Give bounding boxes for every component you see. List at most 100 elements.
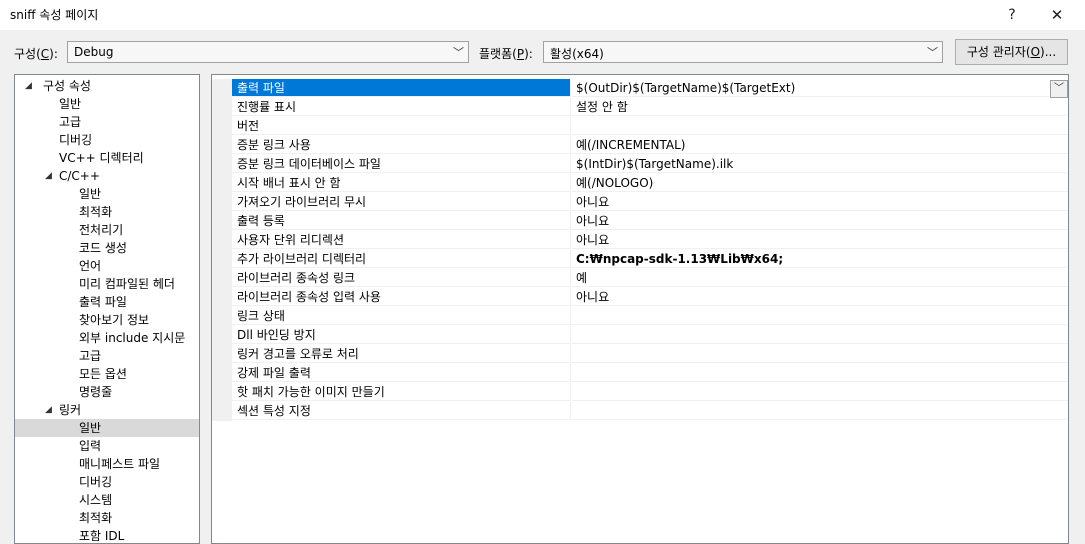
tree-item[interactable]: 일반 — [15, 95, 199, 113]
property-row[interactable]: 핫 패치 가능한 이미지 만들기 — [212, 383, 1068, 402]
property-row[interactable]: 버전 — [212, 117, 1068, 136]
property-name[interactable]: 증분 링크 데이터베이스 파일 — [232, 155, 571, 173]
property-name[interactable]: 버전 — [232, 117, 571, 135]
property-value[interactable]: $(IntDir)$(TargetName).ilk — [572, 155, 1068, 173]
property-row[interactable]: 링커 경고를 오류로 처리 — [212, 345, 1068, 364]
property-name[interactable]: Dll 바인딩 방지 — [232, 326, 571, 344]
tree-item[interactable]: 명령줄 — [15, 383, 199, 401]
tree-item[interactable]: 디버깅 — [15, 473, 199, 491]
property-value[interactable]: 아니요 — [572, 231, 1068, 249]
property-value[interactable] — [572, 307, 1068, 325]
tree-item[interactable]: 모든 옵션 — [15, 365, 199, 383]
property-name[interactable]: 핫 패치 가능한 이미지 만들기 — [232, 383, 571, 401]
property-row[interactable]: 섹션 특성 지정 — [212, 402, 1068, 421]
tree-item[interactable]: 고급 — [15, 113, 199, 131]
platform-select[interactable]: 활성(x64) ﹀ — [543, 41, 943, 63]
config-select[interactable]: Debug ﹀ — [67, 41, 469, 63]
property-name[interactable]: 사용자 단위 리디렉션 — [232, 231, 571, 249]
property-value[interactable] — [572, 326, 1068, 344]
property-name[interactable]: 진행률 표시 — [232, 98, 571, 116]
property-name[interactable]: 섹션 특성 지정 — [232, 402, 571, 420]
tree-item[interactable]: 미리 컴파일된 헤더 — [15, 275, 199, 293]
tree-item[interactable]: 시스템 — [15, 491, 199, 509]
tree-item[interactable]: 출력 파일 — [15, 293, 199, 311]
property-row[interactable]: Dll 바인딩 방지 — [212, 326, 1068, 345]
property-name[interactable]: 증분 링크 사용 — [232, 136, 571, 154]
property-value[interactable]: 아니요 — [572, 212, 1068, 230]
property-grid[interactable]: 출력 파일 $(OutDir)$(TargetName)$(TargetExt) 진… — [211, 74, 1069, 544]
property-row[interactable]: 증분 링크 사용 예(/INCREMENTAL) — [212, 136, 1068, 155]
property-value[interactable]: 아니요 — [572, 193, 1068, 211]
property-name[interactable]: 라이브러리 종속성 링크 — [232, 269, 571, 287]
property-row[interactable]: 가져오기 라이브러리 무시 아니요 — [212, 193, 1068, 212]
row-gutter — [212, 402, 232, 421]
property-value[interactable] — [572, 402, 1068, 420]
property-value[interactable]: $(OutDir)$(TargetName)$(TargetExt) — [572, 79, 1068, 97]
tree-item[interactable]: 최적화 — [15, 509, 199, 527]
property-value[interactable]: 예(/INCREMENTAL) — [572, 136, 1068, 154]
property-row[interactable]: 시작 배너 표시 안 함 예(/NOLOGO) — [212, 174, 1068, 193]
tree-item-label: 미리 컴파일된 헤더 — [79, 277, 175, 291]
property-value[interactable] — [572, 364, 1068, 382]
property-value[interactable]: 예 — [572, 269, 1068, 287]
property-row[interactable]: 출력 파일 $(OutDir)$(TargetName)$(TargetExt) — [212, 79, 1068, 98]
property-row[interactable]: 링크 상태 — [212, 307, 1068, 326]
tree-item-label: 전처리기 — [79, 223, 124, 237]
property-row[interactable]: 라이브러리 종속성 입력 사용 아니요 — [212, 288, 1068, 307]
property-value[interactable]: C:₩npcap-sdk-1.13₩Lib₩x64; — [572, 250, 1068, 268]
property-row[interactable]: 진행률 표시 설정 안 함 — [212, 98, 1068, 117]
property-name[interactable]: 가져오기 라이브러리 무시 — [232, 193, 571, 211]
tree-item[interactable]: 입력 — [15, 437, 199, 455]
tree-item[interactable]: 코드 생성 — [15, 239, 199, 257]
tree-item[interactable]: 외부 include 지시문 — [15, 329, 199, 347]
property-value[interactable] — [572, 117, 1068, 135]
row-gutter — [212, 117, 232, 136]
tree-item[interactable]: 일반 — [15, 419, 199, 437]
property-name[interactable]: 링커 경고를 오류로 처리 — [232, 345, 571, 363]
tree-item[interactable]: 찾아보기 정보 — [15, 311, 199, 329]
property-value[interactable]: 아니요 — [572, 288, 1068, 306]
tree-item-label: 구성 속성 — [43, 79, 91, 93]
tree-item[interactable]: ◢ C/C++ — [15, 167, 199, 185]
tree-item[interactable]: 매니페스트 파일 — [15, 455, 199, 473]
property-name[interactable]: 강제 파일 출력 — [232, 364, 571, 382]
property-name[interactable]: 라이브러리 종속성 입력 사용 — [232, 288, 571, 306]
expand-arrow-icon[interactable]: ◢ — [25, 77, 32, 95]
tree-item[interactable]: 일반 — [15, 185, 199, 203]
tree-item[interactable]: 전처리기 — [15, 221, 199, 239]
property-value[interactable] — [572, 345, 1068, 363]
tree-item[interactable]: 고급 — [15, 347, 199, 365]
property-name[interactable]: 출력 등록 — [232, 212, 571, 230]
close-button[interactable]: ✕ — [1042, 3, 1072, 27]
tree-item[interactable]: 언어 — [15, 257, 199, 275]
property-row[interactable]: 출력 등록 아니요 — [212, 212, 1068, 231]
row-gutter — [212, 307, 232, 326]
expand-arrow-icon[interactable]: ◢ — [45, 401, 52, 419]
property-name[interactable]: 출력 파일 — [232, 79, 571, 97]
property-value[interactable] — [572, 383, 1068, 401]
property-name[interactable]: 링크 상태 — [232, 307, 571, 325]
property-row[interactable]: 라이브러리 종속성 링크 예 — [212, 269, 1068, 288]
help-button[interactable]: ? — [997, 3, 1027, 27]
property-row[interactable]: 강제 파일 출력 — [212, 364, 1068, 383]
tree-item[interactable]: ◢ 구성 속성 — [15, 77, 199, 95]
category-tree[interactable]: ◢ 구성 속성 일반 고급 디버깅 VC++ 디렉터리 ◢ C/C++ 일반 최적화 전처리기 코드 … — [14, 74, 200, 544]
config-manager-button[interactable]: 구성 관리자(O)... — [955, 39, 1068, 65]
property-name[interactable]: 추가 라이브러리 디렉터리 — [232, 250, 571, 268]
row-gutter — [212, 98, 232, 117]
property-name[interactable]: 시작 배너 표시 안 함 — [232, 174, 571, 192]
tree-item[interactable]: 포함 IDL — [15, 527, 199, 543]
tree-item-label: 디버깅 — [59, 133, 93, 147]
property-value[interactable]: 설정 안 함 — [572, 98, 1068, 116]
tree-item[interactable]: ◢ 링커 — [15, 401, 199, 419]
tree-item[interactable]: 최적화 — [15, 203, 199, 221]
tree-item[interactable]: VC++ 디렉터리 — [15, 149, 199, 167]
value-dropdown-button[interactable]: ﹀ — [1050, 80, 1068, 98]
expand-arrow-icon[interactable]: ◢ — [45, 167, 52, 185]
property-row[interactable]: 추가 라이브러리 디렉터리 C:₩npcap-sdk-1.13₩Lib₩x64; — [212, 250, 1068, 269]
property-row[interactable]: 사용자 단위 리디렉션 아니요 — [212, 231, 1068, 250]
property-value[interactable]: 예(/NOLOGO) — [572, 174, 1068, 192]
tree-item[interactable]: 디버깅 — [15, 131, 199, 149]
tree-item-label: 일반 — [79, 187, 102, 201]
property-row[interactable]: 증분 링크 데이터베이스 파일 $(IntDir)$(TargetName).il… — [212, 155, 1068, 174]
